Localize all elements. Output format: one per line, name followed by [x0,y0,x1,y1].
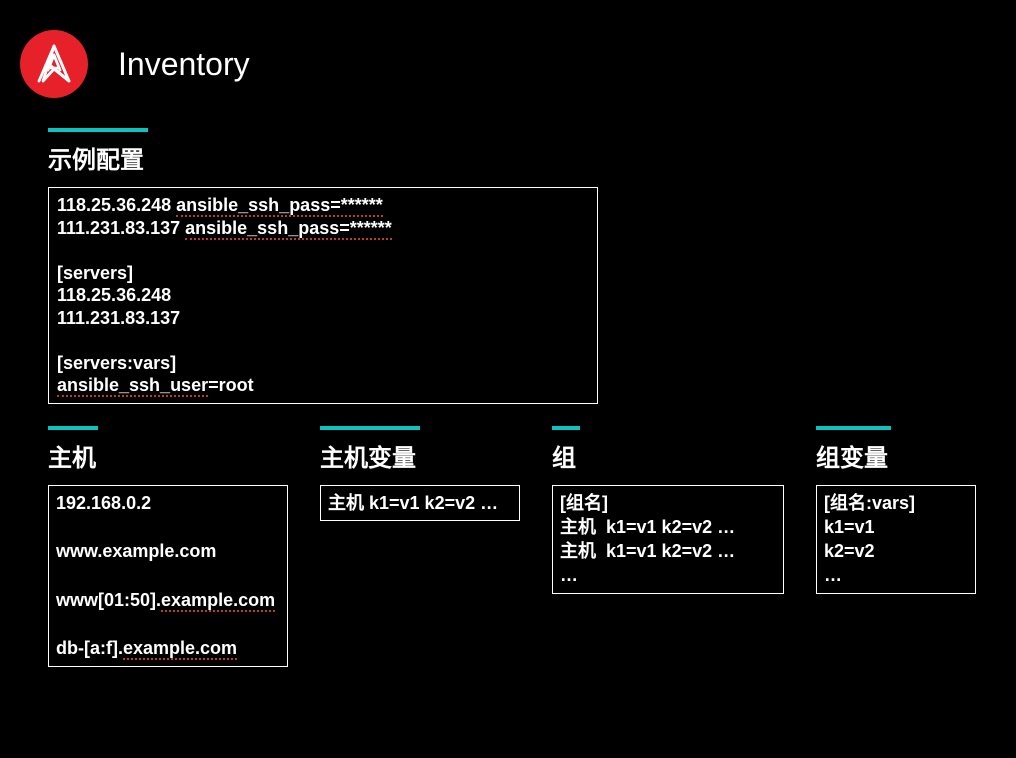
example-line1-underlined: ansible_ssh_pass=****** [176,195,383,217]
example-line2-underlined: ansible_ssh_pass=****** [185,218,392,240]
page-title: Inventory [118,46,250,83]
group-vars-line3: k2=v2 [824,541,875,561]
column-group-vars: 组变量 [组名:vars] k1=v1 k2=v2 … [816,426,976,667]
hosts-heading: 主机 [48,426,288,473]
hosts-line4: db-[a:f]. [56,638,123,658]
hosts-code-box: 192.168.0.2 www.example.com www[01:50].e… [48,485,288,667]
group-vars-line1: [组名:vars] [824,493,915,513]
groups-line2: 主机 k1=v1 k2=v2 … [560,517,735,537]
example-section: 示例配置 118.25.36.248 ansible_ssh_pass=****… [48,128,598,404]
example-heading: 示例配置 [48,128,598,175]
hosts-line3-underlined: example.com [161,590,275,612]
groups-line1: [组名] [560,493,608,513]
example-vars-line-underlined: ansible_ssh_user [57,375,208,397]
group-vars-line4: … [824,565,842,585]
group-vars-code-box: [组名:vars] k1=v1 k2=v2 … [816,485,976,594]
column-hosts: 主机 192.168.0.2 www.example.com www[01:50… [48,426,288,667]
column-groups: 组 [组名] 主机 k1=v1 k2=v2 … 主机 k1=v1 k2=v2 …… [552,426,784,667]
example-code-box: 118.25.36.248 ansible_ssh_pass=****** 11… [48,187,598,404]
groups-line3: 主机 k1=v1 k2=v2 … [560,541,735,561]
example-vars-header: [servers:vars] [57,353,176,373]
hosts-line4-underlined: example.com [123,638,237,660]
example-server-ip1: 118.25.36.248 [57,285,171,305]
groups-line4: … [560,565,578,585]
hosts-line2: www.example.com [56,541,216,561]
ansible-a-icon [37,44,71,84]
groups-code-box: [组名] 主机 k1=v1 k2=v2 … 主机 k1=v1 k2=v2 … … [552,485,784,594]
ansible-logo-icon [20,30,88,98]
example-vars-line-rest: =root [208,375,254,395]
host-vars-heading: 主机变量 [320,426,520,473]
groups-heading: 组 [552,426,784,473]
hosts-line3: www[01:50]. [56,590,161,610]
group-vars-heading: 组变量 [816,426,976,473]
group-vars-line2: k1=v1 [824,517,875,537]
host-vars-line1: 主机 k1=v1 k2=v2 … [328,493,498,513]
hosts-line1: 192.168.0.2 [56,493,151,513]
slide-header: Inventory [0,0,1016,98]
columns-container: 主机 192.168.0.2 www.example.com www[01:50… [48,426,1016,667]
example-line2: 111.231.83.137 [57,218,185,238]
example-servers-header: [servers] [57,263,133,283]
column-host-vars: 主机变量 主机 k1=v1 k2=v2 … [320,426,520,667]
example-server-ip2: 111.231.83.137 [57,308,180,328]
example-line1: 118.25.36.248 [57,195,176,215]
host-vars-code-box: 主机 k1=v1 k2=v2 … [320,485,520,521]
